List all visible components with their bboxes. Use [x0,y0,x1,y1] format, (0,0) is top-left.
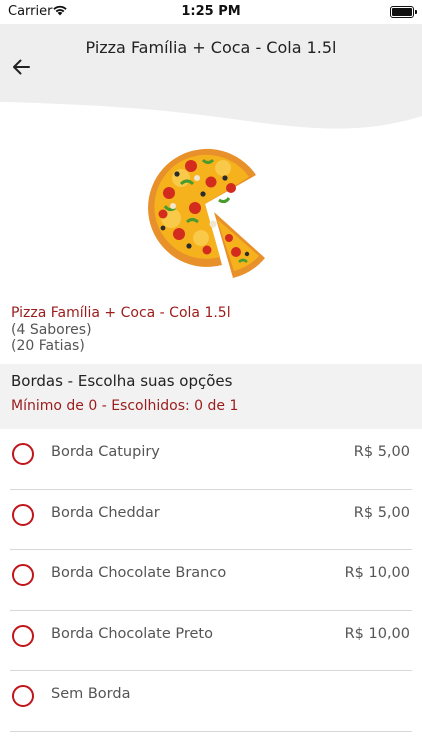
option-borda-chocolate-preto[interactable]: Borda Chocolate Preto R$ 10,00 [0,611,422,672]
option-label: Borda Cheddar [51,504,160,521]
option-label: Borda Catupiry [51,444,160,460]
option-label: Sem Borda [51,686,131,702]
option-price: R$ 10,00 [344,565,410,581]
option-price: R$ 10,00 [344,625,410,642]
option-borda-catupiry[interactable]: Borda Catupiry R$ 5,00 [0,429,422,490]
option-borda-cheddar[interactable]: Borda Cheddar R$ 5,00 [0,490,422,551]
header: Pizza Família + Coca - Cola 1.5l [0,24,422,130]
radio-unchecked-icon[interactable] [12,685,34,707]
radio-unchecked-icon[interactable] [12,443,34,465]
pizza-illustration [148,148,265,278]
clock: 1:25 PM [181,4,241,19]
radio-unchecked-icon[interactable] [12,564,34,586]
page-title: Pizza Família + Coca - Cola 1.5l [85,38,337,57]
product-name: Pizza Família + Coca - Cola 1.5l [11,305,231,321]
radio-unchecked-icon[interactable] [12,624,34,647]
option-label: Borda Chocolate Branco [51,565,227,581]
arrow-left-icon [13,59,30,75]
product-flavors: (4 Sabores) [11,322,92,338]
radio-unchecked-icon[interactable] [12,503,34,526]
status-bar: Carrier 1:25 PM [0,0,422,24]
product-hero [0,130,422,298]
product-info: Pizza Família + Coca - Cola 1.5l (4 Sabo… [11,305,411,354]
option-sem-borda[interactable]: Sem Borda [0,671,422,732]
option-price: R$ 5,00 [353,444,410,460]
section-subtitle: Mínimo de 0 - Escolhidos: 0 de 1 [11,398,239,414]
option-label: Borda Chocolate Preto [51,625,213,642]
option-price: R$ 5,00 [353,504,410,521]
product-slices: (20 Fatias) [11,338,85,354]
option-borda-chocolate-branco[interactable]: Borda Chocolate Branco R$ 10,00 [0,550,422,611]
options-section-header: Bordas - Escolha suas opções Mínimo de 0… [0,364,422,429]
battery-icon [390,6,417,18]
options-list: Borda Catupiry R$ 5,00 Borda Cheddar R$ … [0,429,422,732]
section-title: Bordas - Escolha suas opções [11,372,233,390]
